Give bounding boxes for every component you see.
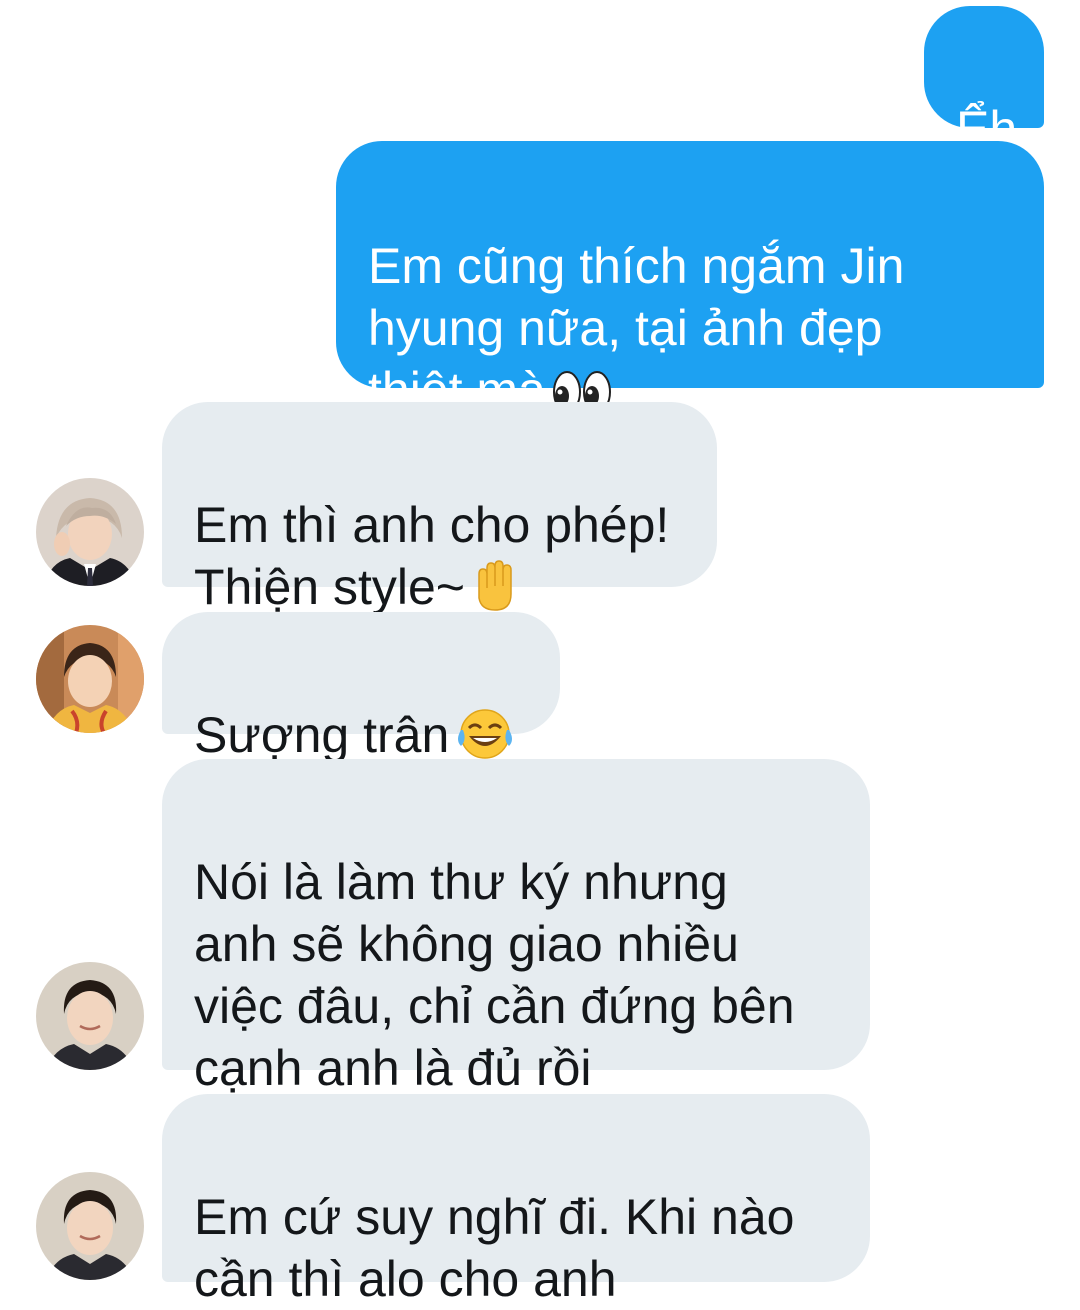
avatar-2[interactable] — [36, 625, 144, 733]
message-text: Nói là làm thư ký nhưng anh sẽ không gia… — [194, 854, 795, 1096]
message-bubble-received[interactable]: Sượng trân — [162, 612, 560, 763]
message-bubble-sent[interactable]: Em cũng thích ngắm Jin hyung nữa, tại ản… — [336, 141, 1044, 418]
message-text: Sượng trân — [194, 707, 450, 763]
message-text: Em cũng thích ngắm Jin hyung nữa, tại ản… — [368, 238, 905, 418]
avatar-3[interactable] — [36, 962, 144, 1070]
message-bubble-received[interactable]: Em thì anh cho phép! Thiện style~ — [162, 402, 717, 615]
avatar-1[interactable] — [36, 478, 144, 586]
message-bubble-received[interactable]: Em cứ suy nghĩ đi. Khi nào cần thì alo c… — [162, 1094, 870, 1307]
message-bubble-received[interactable]: Nói là làm thư ký nhưng anh sẽ không gia… — [162, 759, 870, 1096]
message-bubble-sent[interactable]: Ểh — [924, 6, 1044, 157]
message-text: Em cứ suy nghĩ đi. Khi nào cần thì alo c… — [194, 1189, 795, 1307]
message-text: Em thì anh cho phép! Thiện style~ — [194, 497, 670, 615]
avatar-3[interactable] — [36, 1172, 144, 1280]
